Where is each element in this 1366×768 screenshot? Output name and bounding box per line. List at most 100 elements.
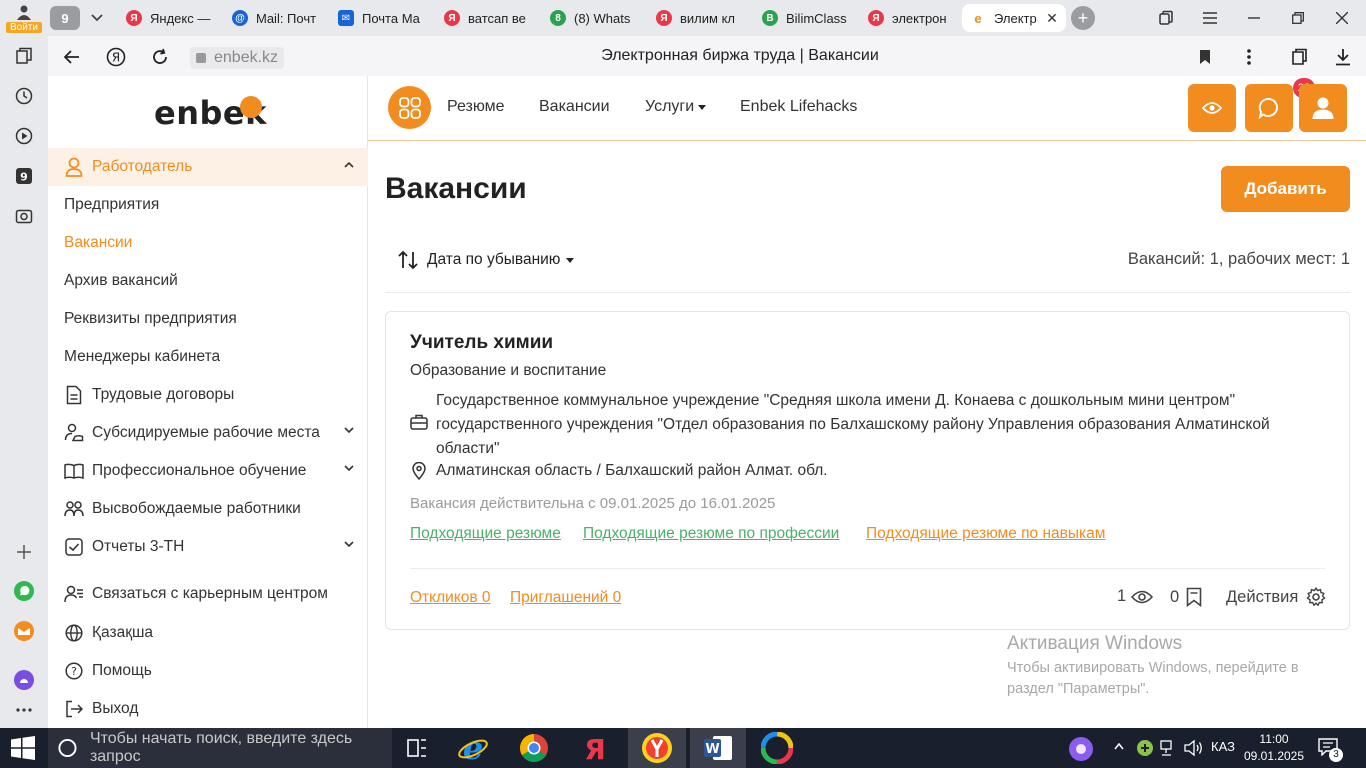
restore-icon[interactable] — [1284, 6, 1312, 30]
sidebar-item-training[interactable]: Профессиональное обучение — [48, 452, 368, 490]
url-field[interactable]: enbek.kz Электронная биржа труда | Вакан… — [186, 43, 1294, 69]
user-icon — [1312, 97, 1334, 119]
responses-link[interactable]: Откликов 0 — [410, 589, 491, 607]
browser-tab[interactable]: Явилим кл — [648, 4, 750, 32]
menu-icon[interactable] — [1196, 6, 1224, 30]
nav-vacancies[interactable]: Вакансии — [539, 98, 610, 116]
yandex-side-panel: 9 — [0, 36, 48, 728]
whatsapp-icon[interactable] — [12, 579, 36, 603]
minimize-icon[interactable] — [1240, 6, 1268, 30]
network-badge-icon[interactable] — [1136, 739, 1154, 757]
sidebar-item-reports[interactable]: Отчеты 3-ТН — [48, 528, 368, 566]
sidebar-item-label: Выход — [92, 700, 139, 717]
keyboard-language[interactable]: КАЗ — [1211, 739, 1235, 754]
alice-tray-icon[interactable] — [1068, 736, 1094, 762]
browser-tab[interactable]: Я Яндекс — — [118, 4, 220, 32]
browser-tab-active[interactable]: e Электр ✕ — [962, 4, 1066, 32]
taskbar-internet-explorer[interactable]: e — [446, 728, 500, 768]
nav-services[interactable]: Услуги — [645, 98, 707, 116]
reload-button[interactable] — [147, 44, 173, 70]
add-panel-icon[interactable] — [12, 540, 36, 564]
back-button[interactable] — [59, 44, 85, 70]
volume-icon[interactable] — [1184, 739, 1204, 757]
ethernet-icon[interactable] — [1160, 739, 1178, 757]
add-vacancy-button[interactable]: Добавить — [1221, 166, 1350, 212]
task-view-button[interactable] — [390, 728, 444, 768]
sidebar-item-managers[interactable]: Менеджеры кабинета — [48, 338, 368, 376]
tab-counter-button[interactable]: 9 — [50, 6, 80, 30]
matching-resumes-link[interactable]: Подходящие резюме — [410, 525, 561, 543]
bookmark-button[interactable] — [1192, 44, 1218, 70]
history-icon[interactable] — [12, 84, 36, 108]
tab-counter-icon[interactable]: 9 — [12, 164, 36, 188]
tab-groups-icon[interactable] — [1152, 6, 1180, 30]
downloads-button[interactable] — [1330, 44, 1356, 70]
sidebar-item-language[interactable]: Қазақша — [48, 614, 368, 652]
alice-icon[interactable] — [12, 668, 36, 692]
sidebar-item-subsidized-jobs[interactable]: Субсидируемые рабочие места — [48, 414, 368, 452]
colorful-circle-icon — [761, 732, 793, 764]
checkbox-icon — [64, 537, 84, 557]
sidebar-item-career-center[interactable]: Связаться с карьерным центром — [48, 575, 368, 613]
more-button[interactable] — [1236, 44, 1262, 70]
accessibility-button[interactable] — [1188, 84, 1236, 132]
browser-tab[interactable]: B BilimClass — [754, 4, 856, 32]
sidebar-item-help[interactable]: ? Помощь — [48, 652, 368, 690]
word-icon: W — [704, 736, 732, 760]
taskbar-search[interactable]: Чтобы начать поиск, введите здесь запрос — [48, 728, 392, 768]
collections-sidebar-icon[interactable] — [12, 44, 36, 68]
activation-title: Активация Windows — [1007, 633, 1183, 654]
svg-text:?: ? — [71, 665, 77, 678]
browser-tab[interactable]: ✉ Почта Ма — [330, 4, 432, 32]
sidebar-item-enterprises[interactable]: Предприятия — [48, 186, 368, 224]
contact-icon — [64, 584, 84, 604]
sidebar-item-requisites[interactable]: Реквизиты предприятия — [48, 300, 368, 338]
sidebar-item-vacancy-archive[interactable]: Архив вакансий — [48, 262, 368, 300]
sort-dropdown[interactable]: Дата по убыванию — [397, 249, 575, 271]
nav-lifehacks[interactable]: Enbek Lifehacks — [740, 98, 857, 116]
mail-envelope-icon: ✉ — [338, 10, 354, 26]
sidebar-item-contracts[interactable]: Трудовые договоры — [48, 376, 368, 414]
start-button[interactable] — [10, 736, 36, 760]
taskbar-clock[interactable]: 11:00 09.01.2025 — [1242, 731, 1306, 765]
nav-resume[interactable]: Резюме — [447, 98, 505, 116]
sidebar-item-vacancies[interactable]: Вакансии — [48, 224, 368, 262]
yandex-mail-icon[interactable] — [12, 619, 36, 643]
more-horizontal-icon[interactable] — [12, 698, 36, 722]
new-tab-button[interactable]: + — [1071, 6, 1095, 30]
browser-tab[interactable]: 8 (8) Whats — [542, 4, 644, 32]
taskbar-app-colorful[interactable] — [750, 728, 804, 768]
actions-button[interactable]: Действия — [1226, 587, 1326, 607]
play-icon[interactable] — [12, 124, 36, 148]
apps-menu-button[interactable] — [388, 86, 431, 129]
browser-tab[interactable]: Яватсап ве — [436, 4, 538, 32]
clock-date: 09.01.2025 — [1243, 749, 1305, 763]
screenshot-icon[interactable] — [12, 204, 36, 228]
yandex-login-button[interactable]: Войти — [0, 0, 48, 36]
sidebar-item-released-workers[interactable]: Высвобождаемые работники — [48, 490, 368, 528]
invitations-link[interactable]: Приглашений 0 — [510, 589, 621, 607]
taskbar-word[interactable]: W — [690, 728, 746, 768]
tab-list-button[interactable] — [84, 6, 110, 30]
sidebar-item-logout[interactable]: Выход — [48, 690, 368, 728]
chevron-up-icon[interactable] — [1114, 742, 1124, 750]
close-tab-icon[interactable]: ✕ — [1044, 10, 1060, 26]
yandex-home-button[interactable]: Я — [103, 44, 129, 70]
taskbar-yandex[interactable]: Я — [568, 728, 622, 768]
taskbar-yandex-browser[interactable] — [628, 728, 686, 768]
taskbar-chrome[interactable] — [507, 728, 561, 768]
close-window-icon[interactable] — [1328, 6, 1356, 30]
messages-button[interactable]: 22 — [1245, 78, 1315, 132]
sidebar-section-employer[interactable]: Работодатель — [48, 148, 368, 186]
browser-tab[interactable]: @ Mail: Почт — [224, 4, 326, 32]
browser-tab[interactable]: Яэлектрон — [860, 4, 958, 32]
svg-text:9: 9 — [20, 171, 28, 184]
download-icon — [1336, 49, 1350, 66]
login-label: Войти — [6, 21, 42, 33]
collections-button[interactable] — [1286, 44, 1312, 70]
vacancy-title[interactable]: Учитель химии — [410, 332, 553, 354]
matching-resumes-by-profession-link[interactable]: Подходящие резюме по профессии — [583, 525, 839, 543]
profile-button[interactable] — [1299, 84, 1347, 132]
matching-resumes-by-skills-link[interactable]: Подходящие резюме по навыкам — [866, 525, 1105, 543]
clock-time: 11:00 — [1259, 732, 1289, 746]
